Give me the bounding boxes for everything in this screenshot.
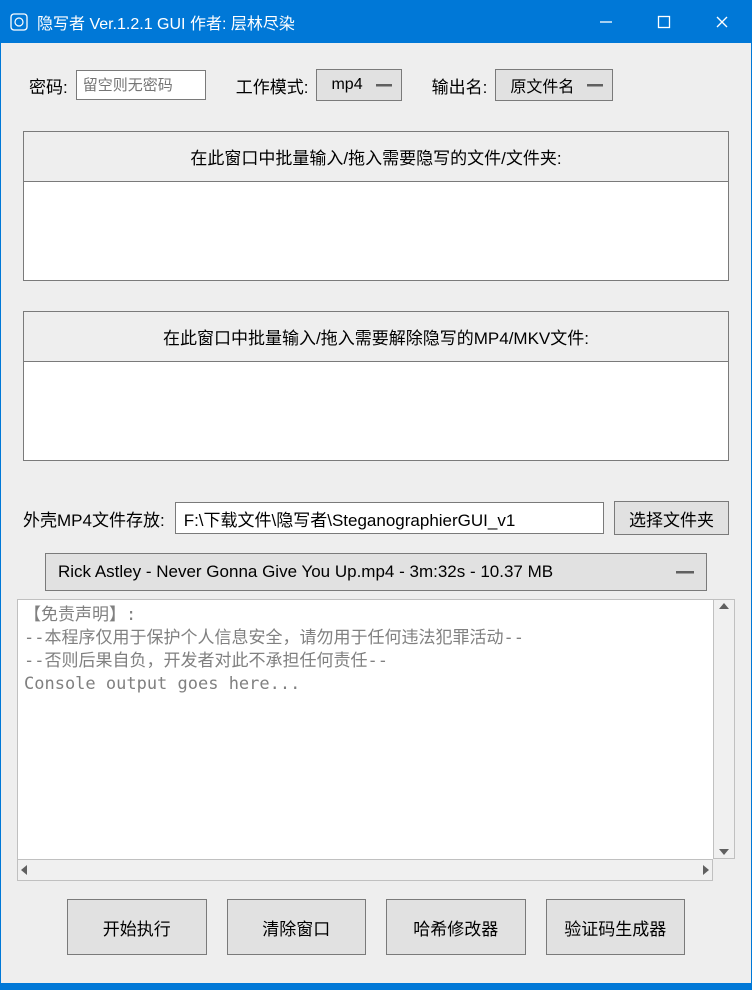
- window-border-bottom: [1, 983, 751, 989]
- output-name-value: 原文件名: [510, 73, 574, 97]
- app-icon: [9, 12, 29, 32]
- options-row: 密码: 工作模式: mp4 输出名: 原文件名: [17, 61, 735, 101]
- console-output[interactable]: 【免责声明】: --本程序仅用于保护个人信息安全，请勿用于任何违法犯罪活动-- …: [17, 599, 713, 881]
- start-button[interactable]: 开始执行: [67, 899, 207, 955]
- scroll-right-icon: [703, 865, 709, 875]
- mode-value: mp4: [331, 76, 362, 94]
- mode-select[interactable]: mp4: [316, 69, 401, 101]
- chevron-down-icon: [375, 81, 393, 89]
- stego-input-header: 在此窗口中批量输入/拖入需要隐写的文件/文件夹:: [23, 131, 729, 181]
- maximize-button[interactable]: [635, 1, 693, 43]
- scroll-left-icon: [21, 865, 27, 875]
- main-window: 隐写者 Ver.1.2.1 GUI 作者: 层林尽染 密码: 工作模式: mp4: [0, 0, 752, 990]
- titlebar[interactable]: 隐写者 Ver.1.2.1 GUI 作者: 层林尽染: [1, 1, 751, 43]
- browse-folder-button[interactable]: 选择文件夹: [614, 501, 729, 535]
- output-name-label: 输出名:: [432, 73, 488, 98]
- window-title: 隐写者 Ver.1.2.1 GUI 作者: 层林尽染: [37, 10, 577, 34]
- content-area: 密码: 工作模式: mp4 输出名: 原文件名 在此窗口中批量输入/拖入需要隐写…: [1, 43, 751, 983]
- shell-path-input[interactable]: [175, 502, 604, 534]
- console-wrapper: 【免责声明】: --本程序仅用于保护个人信息安全，请勿用于任何违法犯罪活动-- …: [17, 599, 735, 881]
- output-name-select[interactable]: 原文件名: [495, 69, 613, 101]
- chevron-down-icon: [676, 568, 694, 576]
- scroll-up-icon: [719, 603, 729, 609]
- clear-button[interactable]: 清除窗口: [227, 899, 367, 955]
- hash-modifier-button[interactable]: 哈希修改器: [386, 899, 526, 955]
- password-input[interactable]: [76, 70, 206, 100]
- shell-path-row: 外壳MP4文件存放: 选择文件夹: [23, 501, 729, 535]
- verify-generator-button[interactable]: 验证码生成器: [546, 899, 686, 955]
- scroll-corner: [713, 859, 735, 881]
- chevron-down-icon: [586, 81, 604, 89]
- password-label: 密码:: [29, 73, 68, 98]
- vertical-scrollbar[interactable]: [713, 599, 735, 859]
- destego-input-header: 在此窗口中批量输入/拖入需要解除隐写的MP4/MKV文件:: [23, 311, 729, 361]
- action-button-row: 开始执行 清除窗口 哈希修改器 验证码生成器: [17, 899, 735, 965]
- shell-file-value: Rick Astley - Never Gonna Give You Up.mp…: [58, 562, 553, 582]
- horizontal-scrollbar[interactable]: [17, 859, 713, 881]
- destego-input-section: 在此窗口中批量输入/拖入需要解除隐写的MP4/MKV文件:: [23, 311, 729, 461]
- stego-input-section: 在此窗口中批量输入/拖入需要隐写的文件/文件夹:: [23, 131, 729, 281]
- mode-label: 工作模式:: [236, 73, 309, 98]
- close-button[interactable]: [693, 1, 751, 43]
- destego-input-drop-area[interactable]: [23, 361, 729, 461]
- minimize-button[interactable]: [577, 1, 635, 43]
- stego-input-drop-area[interactable]: [23, 181, 729, 281]
- shell-path-label: 外壳MP4文件存放:: [23, 506, 165, 531]
- scroll-down-icon: [719, 849, 729, 855]
- window-controls: [577, 1, 751, 43]
- shell-file-select[interactable]: Rick Astley - Never Gonna Give You Up.mp…: [45, 553, 707, 591]
